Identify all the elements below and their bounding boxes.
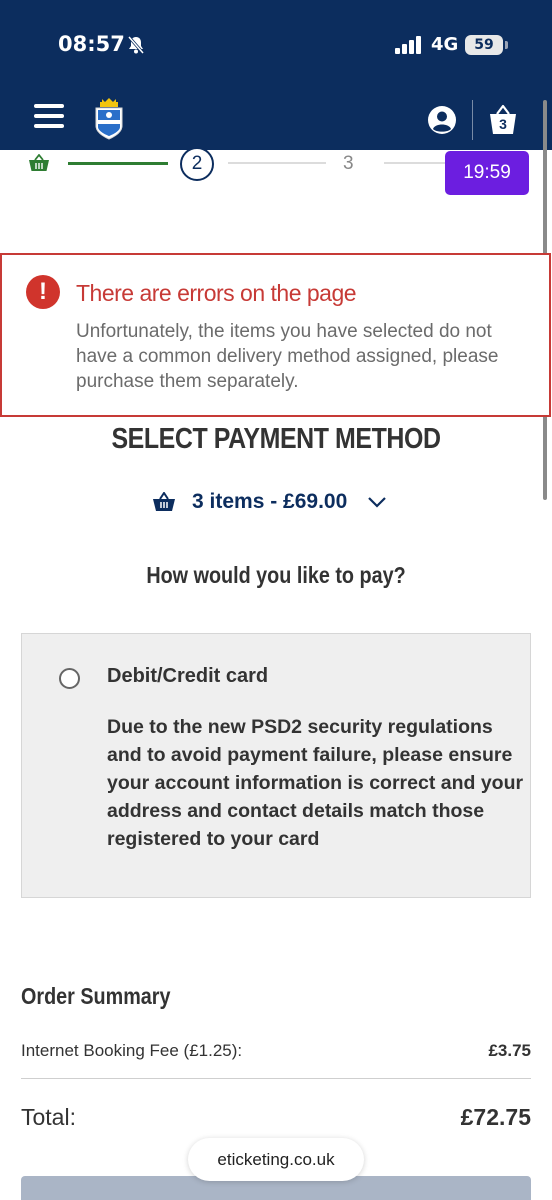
menu-icon [34,104,64,108]
progress-line-pending [228,162,326,164]
payment-option-radio[interactable] [59,668,80,689]
account-icon[interactable] [427,105,457,135]
basket-summary-text: 3 items - £69.00 [192,490,348,513]
progress-line-pending [384,162,446,164]
total-label: Total: [21,1104,76,1130]
payment-option-note: Due to the new PSD2 security regulations… [107,716,524,850]
chevron-down-icon [368,497,387,508]
signal-icon [395,36,421,54]
step-basket-icon[interactable] [28,154,50,172]
error-title: There are errors on the page [76,280,357,306]
club-crest-logo[interactable] [92,98,126,140]
error-message: Unfortunately, the items you have select… [76,321,499,392]
battery-icon: 59 [465,35,503,55]
progress-step-next: 3 [343,153,354,174]
menu-button[interactable] [34,104,66,132]
error-alert: ! There are errors on the page Unfortuna… [0,253,551,417]
order-summary-title: Order Summary [21,983,171,1009]
session-timer: 19:59 [445,151,529,195]
progress-step-current: 2 [180,147,214,181]
browser-url-bar[interactable]: eticketing.co.uk [188,1138,364,1181]
header-divider [472,100,473,140]
booking-fee-label: Internet Booking Fee (£1.25): [21,1041,243,1060]
page-title: SELECT PAYMENT METHOD [111,423,441,455]
pay-question: How would you like to pay? [146,562,406,588]
basket-count: 3 [499,116,507,132]
bell-off-icon [127,36,145,54]
basket-icon [153,492,175,511]
basket-summary-toggle[interactable]: 3 items - £69.00 [152,486,387,518]
total-value: £72.75 [460,1104,531,1130]
summary-divider [21,1078,531,1079]
basket-button[interactable]: 3 [487,104,519,136]
network-type: 4G [431,34,459,55]
payment-option-card[interactable]: Debit/Credit card Due to the new PSD2 se… [21,633,531,898]
battery-tip [505,41,508,49]
payment-option-label: Debit/Credit card [107,665,269,687]
status-time: 08:57 [58,32,125,56]
progress-line-complete [68,162,168,165]
booking-fee-value: £3.75 [488,1041,531,1060]
app-header: 08:57 4G 59 3 [0,0,552,150]
error-icon: ! [26,275,60,309]
